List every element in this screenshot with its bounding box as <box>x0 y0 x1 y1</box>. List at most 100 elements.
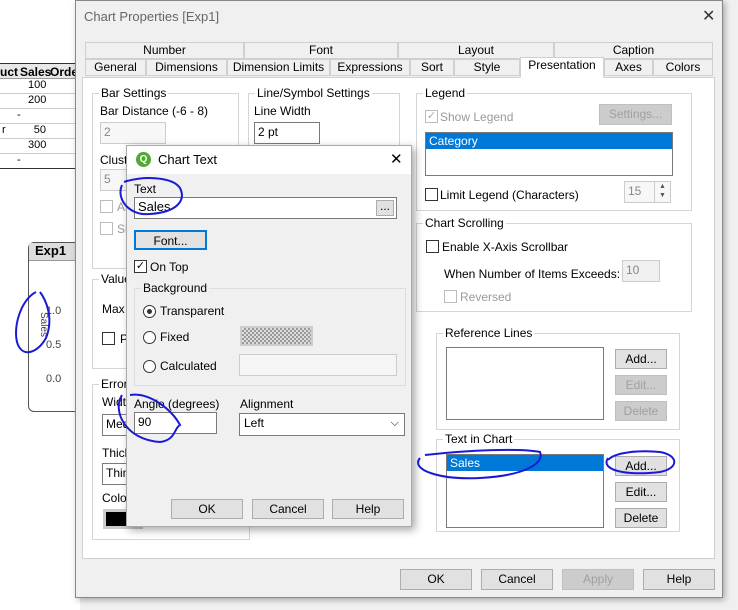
font-button[interactable]: Font... <box>134 230 207 250</box>
chart-text-titlebar: Q Chart Text ✕ <box>127 146 411 174</box>
transparent-label: Transparent <box>160 304 225 318</box>
exceeds-input[interactable]: 10 <box>622 260 660 282</box>
help-button[interactable]: Help <box>643 569 715 590</box>
alignment-label: Alignment <box>240 397 294 411</box>
show-legend-checkbox[interactable]: ✓ <box>425 110 438 123</box>
show-legend-label: Show Legend <box>440 110 514 124</box>
tab-general[interactable]: General <box>85 59 146 76</box>
tab-presentation[interactable]: Presentation <box>520 57 604 78</box>
list-item[interactable]: Sales <box>447 455 603 471</box>
tab-strip: Number Font Layout Caption General Dimen… <box>85 42 713 78</box>
group-label: Chart Scrolling <box>423 216 506 230</box>
table-row: 200 <box>0 94 80 109</box>
group-label: Line/Symbol Settings <box>255 86 372 100</box>
text-in-chart-group: Text in Chart Sales Add... Edit... Delet… <box>436 432 680 532</box>
reference-lines-list[interactable] <box>446 347 604 420</box>
bar-distance-label: Bar Distance (-6 - 8) <box>100 104 209 118</box>
text-delete-button[interactable]: Delete <box>615 508 667 528</box>
calculated-input[interactable] <box>239 354 397 376</box>
reversed-checkbox[interactable] <box>444 290 457 303</box>
calculated-label: Calculated <box>160 359 217 373</box>
group-label: Text in Chart <box>443 432 515 446</box>
bar-distance-input[interactable]: 2 <box>100 122 166 144</box>
dialog-title: Chart Properties [Exp1] <box>84 9 220 24</box>
enable-scrollbar-label: Enable X-Axis Scrollbar <box>442 240 569 254</box>
chart-text-title: Chart Text <box>158 152 218 167</box>
chart-text-help-button[interactable]: Help <box>332 499 404 519</box>
ref-add-button[interactable]: Add... <box>615 349 667 369</box>
text-label: Text <box>134 182 157 196</box>
limit-legend-label: Limit Legend (Characters) <box>440 188 579 202</box>
exceeds-label: When Number of Items Exceeds: <box>444 267 621 281</box>
enable-scrollbar-checkbox[interactable] <box>426 240 439 253</box>
text-add-button[interactable]: Add... <box>615 456 667 476</box>
browse-button[interactable]: ... <box>376 200 394 216</box>
table-row: 300 <box>0 139 80 154</box>
angle-input[interactable]: 90 <box>134 412 217 434</box>
chevron-down-icon: ⌵ <box>390 417 399 429</box>
spinner-icon[interactable]: ▲ ▼ <box>654 182 670 202</box>
legend-list[interactable]: Category <box>425 132 673 176</box>
tab-dimension-limits[interactable]: Dimension Limits <box>227 59 330 76</box>
tab-dimensions[interactable]: Dimensions <box>146 59 227 76</box>
ref-edit-button[interactable]: Edit... <box>615 375 667 395</box>
group-label: Reference Lines <box>443 326 535 340</box>
apply-button[interactable]: Apply <box>562 569 634 590</box>
fixed-color-swatch[interactable] <box>240 326 313 346</box>
angle-label: Angle (degrees) <box>134 397 220 411</box>
group-label: Legend <box>423 86 468 100</box>
on-top-checkbox[interactable]: ✓ <box>134 260 147 273</box>
tab-sort[interactable]: Sort <box>410 59 454 76</box>
limit-legend-checkbox[interactable] <box>425 188 438 201</box>
checkbox[interactable] <box>102 332 115 345</box>
chart-text-cancel-button[interactable]: Cancel <box>252 499 324 519</box>
background-group: Background Transparent Fixed Calculated <box>134 281 406 386</box>
col-header: uct <box>0 65 18 79</box>
legend-settings-button[interactable]: Settings... <box>599 104 672 125</box>
group-label: Bar Settings <box>99 86 169 100</box>
tab-font[interactable]: Font <box>244 42 398 59</box>
calculated-radio[interactable] <box>143 360 156 373</box>
table-row: 100 <box>0 79 80 94</box>
tab-axes[interactable]: Axes <box>604 59 653 76</box>
chart-text-dialog: Q Chart Text ✕ Text Sales ... Font... ✓ … <box>126 145 412 527</box>
close-icon[interactable]: ✕ <box>702 6 715 26</box>
transparent-radio[interactable] <box>143 305 156 318</box>
y-tick: 1.0 <box>46 305 62 317</box>
table-row: r 50 <box>0 124 80 139</box>
table-header: uct Sales Orde <box>0 63 80 79</box>
ok-button[interactable]: OK <box>400 569 472 590</box>
cancel-button[interactable]: Cancel <box>481 569 553 590</box>
chart-text-ok-button[interactable]: OK <box>171 499 243 519</box>
ref-delete-button[interactable]: Delete <box>615 401 667 421</box>
close-icon[interactable]: ✕ <box>390 150 403 168</box>
tab-number[interactable]: Number <box>85 42 244 59</box>
checkbox[interactable] <box>100 200 113 213</box>
tab-expressions[interactable]: Expressions <box>330 59 410 76</box>
table-row: - <box>0 109 80 124</box>
tab-colors[interactable]: Colors <box>653 59 713 76</box>
alignment-select[interactable]: Left ⌵ <box>239 413 405 436</box>
table-row: - <box>0 154 80 169</box>
text-input[interactable]: Sales <box>134 197 397 219</box>
group-label: Background <box>141 281 210 295</box>
legend-group: Legend ✓ Show Legend Settings... Categor… <box>416 86 692 211</box>
text-edit-button[interactable]: Edit... <box>615 482 667 502</box>
col-header-sales: Sales <box>20 65 52 79</box>
limit-legend-input[interactable]: 15 ▲ ▼ <box>624 181 671 203</box>
text-in-chart-list[interactable]: Sales <box>446 454 604 528</box>
line-width-input[interactable]: 2 pt <box>254 122 320 144</box>
fixed-radio[interactable] <box>143 331 156 344</box>
chart-scrolling-group: Chart Scrolling Enable X-Axis Scrollbar … <box>416 216 692 312</box>
checkbox[interactable] <box>100 222 113 235</box>
list-item[interactable]: Category <box>426 133 672 149</box>
on-top-label: On Top <box>150 260 189 274</box>
line-symbol-group: Line/Symbol Settings Line Width 2 pt <box>248 86 400 153</box>
qlik-logo-icon: Q <box>136 152 151 167</box>
tab-style[interactable]: Style <box>454 59 520 76</box>
line-width-label: Line Width <box>254 104 311 118</box>
y-tick: 0.0 <box>46 373 62 385</box>
reference-lines-group: Reference Lines Add... Edit... Delete <box>436 326 680 430</box>
col-header: Orde <box>50 65 79 79</box>
y-tick: 0.5 <box>46 339 62 351</box>
